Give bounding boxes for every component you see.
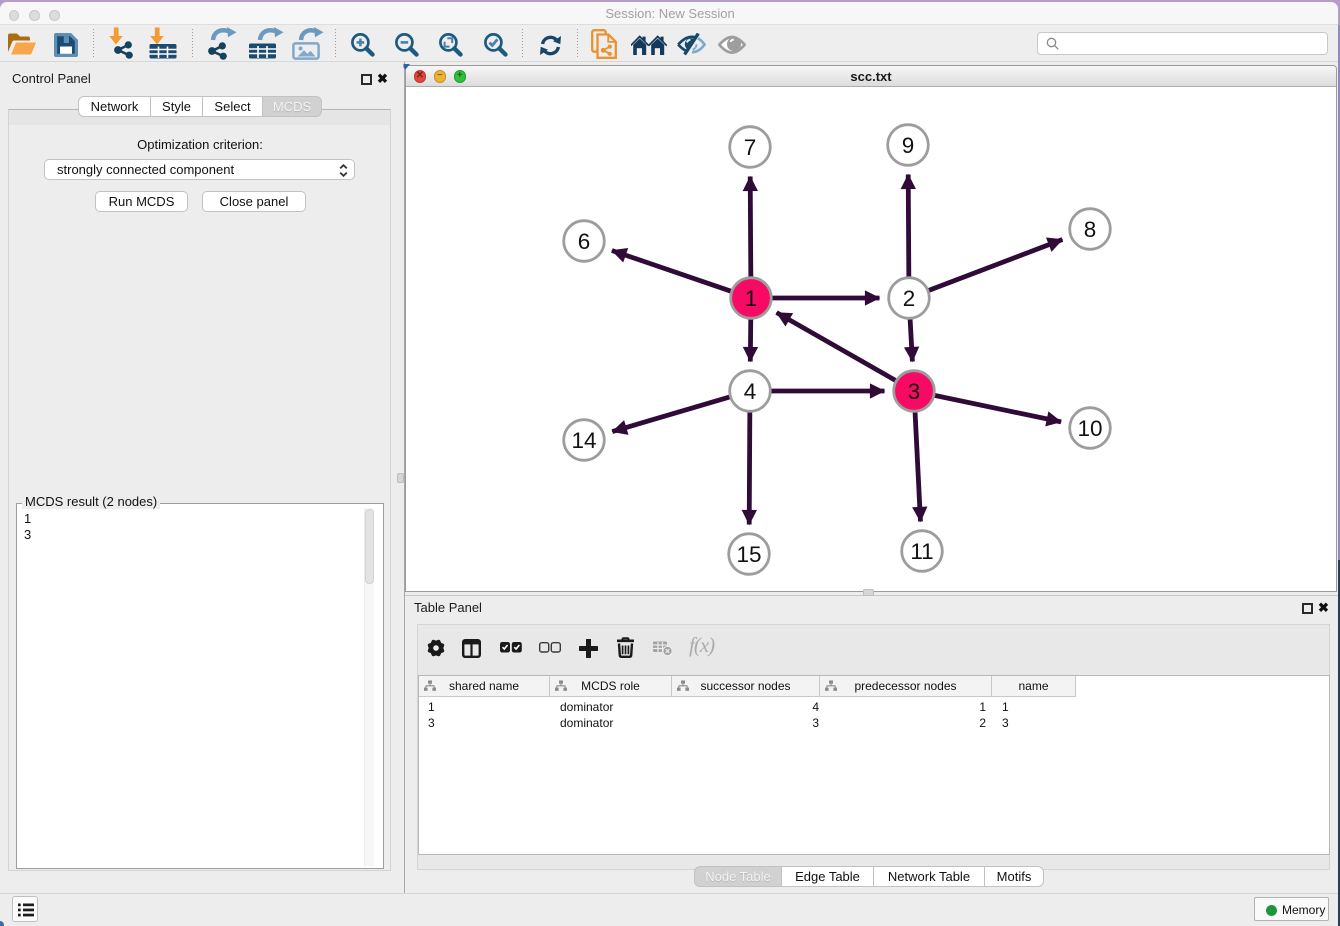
svg-text:10: 10 (1077, 416, 1102, 441)
svg-text:6: 6 (578, 229, 591, 254)
svg-text:2: 2 (903, 286, 916, 311)
svg-text:9: 9 (902, 133, 915, 158)
svg-text:4: 4 (744, 379, 757, 404)
svg-text:14: 14 (571, 428, 596, 453)
svg-text:11: 11 (910, 539, 933, 564)
svg-text:8: 8 (1084, 217, 1097, 242)
svg-text:7: 7 (744, 135, 757, 160)
svg-text:15: 15 (736, 542, 761, 567)
svg-text:3: 3 (908, 379, 921, 404)
svg-text:1: 1 (745, 286, 758, 311)
